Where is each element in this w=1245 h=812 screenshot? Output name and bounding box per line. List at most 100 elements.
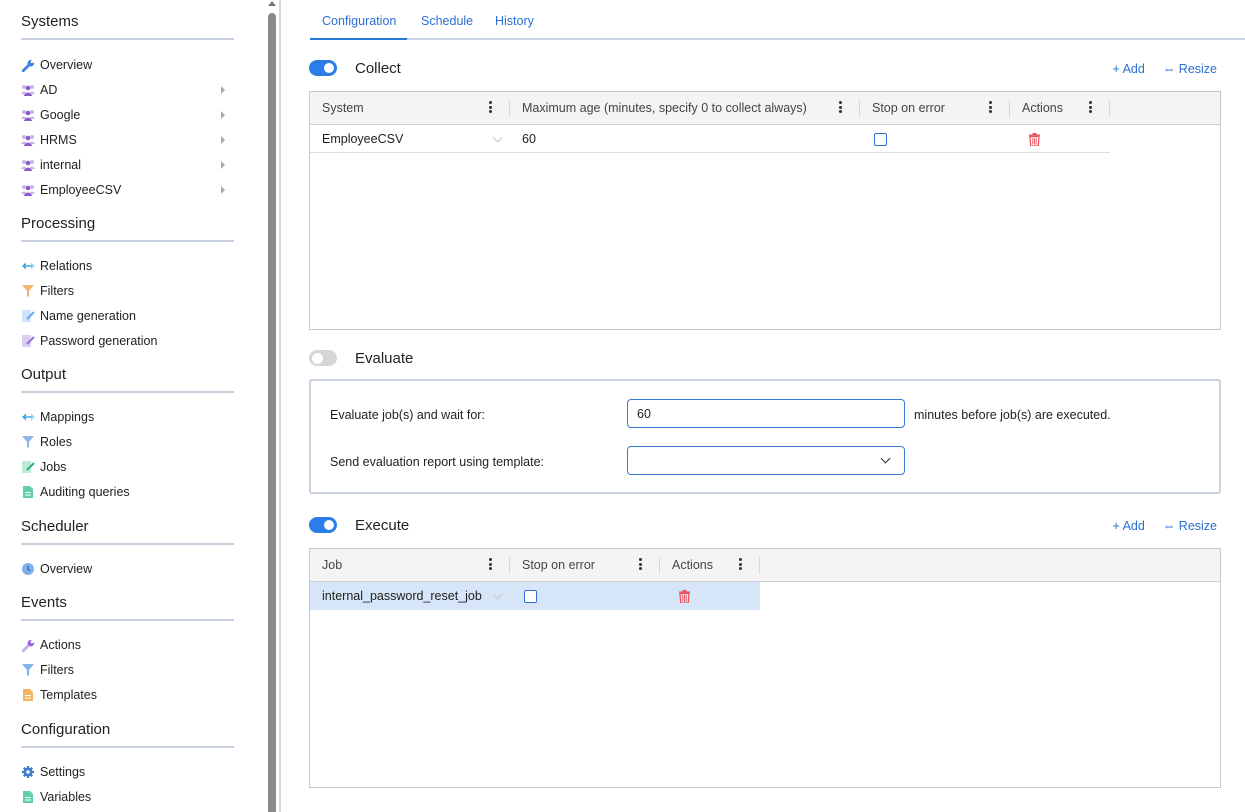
divider (21, 391, 234, 393)
sidebar-item-events-filters[interactable]: Filters (21, 660, 234, 680)
wait-minutes-input[interactable]: 60 (627, 399, 905, 428)
users-icon (21, 158, 35, 172)
sidebar-section-output: Output Mappings Roles Jobs Auditing quer… (21, 365, 234, 499)
sidebar-item-auditing-queries[interactable]: Auditing queries (21, 482, 234, 502)
collect-toggle[interactable] (309, 60, 337, 76)
sidebar-item-name-generation[interactable]: Name generation (21, 306, 234, 326)
wrench-icon (21, 638, 35, 652)
edit-doc-icon (21, 460, 35, 474)
column-separator (1109, 100, 1110, 117)
sidebar-item-templates[interactable]: Templates (21, 685, 234, 705)
users-icon (21, 133, 35, 147)
sidebar-item-variables[interactable]: Variables (21, 787, 234, 807)
evaluate-header: Evaluate (309, 347, 413, 369)
section-title: Configuration (21, 721, 111, 738)
sidebar-item-mappings[interactable]: Mappings (21, 407, 234, 427)
sidebar-item-google[interactable]: Google (21, 105, 234, 125)
expand-arrow-icon[interactable] (221, 111, 225, 119)
column-separator (759, 557, 760, 574)
template-label: Send evaluation report using template: (330, 455, 545, 469)
tab-bar: Configuration Schedule History (310, 0, 1245, 40)
table-row[interactable]: internal_password_reset_job (310, 582, 760, 610)
column-header-system[interactable]: System (310, 92, 509, 124)
tab-history[interactable]: History (495, 14, 534, 40)
expand-arrow-icon[interactable] (221, 161, 225, 169)
system-cell[interactable]: EmployeeCSV (322, 125, 502, 153)
sidebar-item-scheduler-overview[interactable]: Overview (21, 559, 234, 579)
divider (21, 38, 234, 40)
section-title: Systems (21, 13, 79, 30)
execute-add-button[interactable]: + Add (1112, 519, 1144, 533)
sidebar-scrollbar[interactable] (266, 0, 278, 812)
stop-on-error-checkbox[interactable] (524, 589, 537, 603)
column-menu-icon[interactable] (487, 101, 493, 115)
document-icon (21, 688, 35, 702)
sidebar-item-jobs[interactable]: Jobs (21, 457, 234, 477)
chevron-down-icon[interactable] (880, 453, 891, 464)
template-select[interactable] (627, 446, 905, 475)
tab-schedule[interactable]: Schedule (421, 14, 473, 40)
expand-arrow-icon[interactable] (221, 86, 225, 94)
sidebar-item-hrms[interactable]: HRMS (21, 130, 234, 150)
sidebar-item-settings[interactable]: Settings (21, 762, 234, 782)
evaluate-title: Evaluate (355, 349, 414, 367)
panel-divider (279, 0, 281, 812)
trash-icon[interactable] (1029, 125, 1040, 153)
column-header-job[interactable]: Job (310, 549, 509, 581)
execute-toggle[interactable] (309, 517, 337, 533)
tab-configuration[interactable]: Configuration (310, 14, 407, 40)
sidebar-section-processing: Processing Relations Filters Name genera… (21, 214, 234, 348)
column-menu-icon[interactable] (637, 558, 643, 572)
filter-icon (21, 284, 35, 298)
sidebar-section-systems: Systems Overview AD Google HRMS internal (21, 12, 234, 197)
column-header-actions[interactable]: Actions (660, 549, 760, 581)
trash-icon[interactable] (679, 582, 690, 610)
column-menu-icon[interactable] (487, 558, 493, 572)
section-title: Output (21, 366, 67, 383)
evaluate-toggle[interactable] (309, 350, 337, 366)
expand-arrow-icon[interactable] (221, 136, 225, 144)
gear-icon (21, 765, 35, 779)
sidebar-item-password-generation[interactable]: Password generation (21, 331, 234, 351)
filter-icon (21, 663, 35, 677)
edit-doc-icon (21, 334, 35, 348)
column-menu-icon[interactable] (737, 558, 743, 572)
evaluate-panel: Evaluate job(s) and wait for: 60 minutes… (309, 379, 1221, 494)
job-cell[interactable]: internal_password_reset_job (322, 582, 502, 610)
relations-icon (21, 410, 35, 424)
collect-title: Collect (355, 59, 401, 77)
users-icon (21, 83, 35, 97)
collect-add-button[interactable]: + Add (1112, 62, 1144, 76)
column-header-actions[interactable]: Actions (1010, 92, 1110, 124)
sidebar-item-actions[interactable]: Actions (21, 635, 234, 655)
sidebar: Systems Overview AD Google HRMS internal (0, 0, 266, 812)
expand-arrow-icon[interactable] (221, 186, 225, 194)
sidebar-section-configuration: Configuration Settings Variables (21, 720, 234, 804)
table-row[interactable]: EmployeeCSV 60 (310, 125, 1110, 153)
scrollbar-thumb[interactable] (268, 13, 276, 812)
divider (21, 746, 234, 748)
max-age-cell[interactable]: 60 (522, 125, 822, 153)
sidebar-item-roles[interactable]: Roles (21, 432, 234, 452)
column-menu-icon[interactable] (837, 101, 843, 115)
sidebar-item-processing-filters[interactable]: Filters (21, 281, 234, 301)
column-menu-icon[interactable] (987, 101, 993, 115)
sidebar-item-systems-overview[interactable]: Overview (21, 55, 234, 75)
sidebar-item-employeecsv[interactable]: EmployeeCSV (21, 180, 234, 200)
column-header-max-age[interactable]: Maximum age (minutes, specify 0 to colle… (510, 92, 860, 124)
sidebar-section-events: Events Actions Filters Templates (21, 593, 234, 702)
collect-grid-header: System Maximum age (minutes, specify 0 t… (310, 92, 1220, 125)
divider (21, 543, 234, 545)
sidebar-item-relations[interactable]: Relations (21, 256, 234, 276)
stop-on-error-checkbox[interactable] (874, 132, 887, 146)
divider (21, 240, 234, 242)
sidebar-item-internal[interactable]: internal (21, 155, 234, 175)
relations-icon (21, 259, 35, 273)
execute-header: Execute + Add ⇔ Resize (309, 514, 1221, 536)
execute-title: Execute (355, 516, 410, 534)
column-menu-icon[interactable] (1087, 101, 1093, 115)
execute-resize-button[interactable]: ⇔ Resize (1163, 519, 1217, 533)
scroll-up-arrow-icon[interactable] (268, 1, 276, 6)
sidebar-item-ad[interactable]: AD (21, 80, 234, 100)
collect-resize-button[interactable]: ⇔ Resize (1163, 62, 1217, 76)
